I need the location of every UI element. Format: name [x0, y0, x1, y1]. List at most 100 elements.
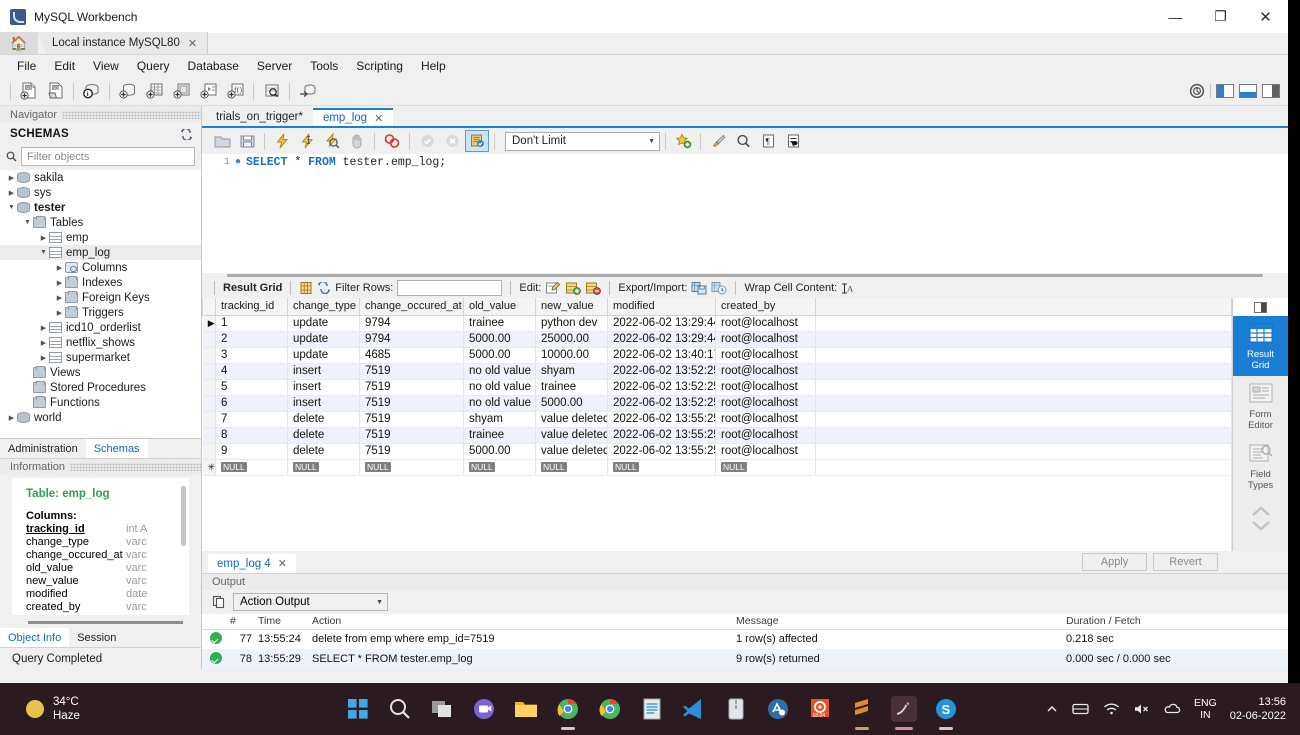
grid-cell-null[interactable]: NULL: [463, 459, 536, 476]
wifi-icon[interactable]: [1103, 702, 1120, 716]
tree-item-emp[interactable]: ▶ emp: [0, 230, 201, 245]
language-indicator[interactable]: ENG IN: [1194, 697, 1217, 721]
tab-session[interactable]: Session: [69, 628, 124, 647]
start-icon[interactable]: [345, 696, 371, 722]
editor-tab-emp-log[interactable]: emp_log ✕: [312, 108, 394, 126]
save-script-button[interactable]: [235, 130, 259, 152]
editor-tab-close-icon[interactable]: ✕: [374, 112, 383, 125]
grid-cell-null[interactable]: NULL: [287, 459, 360, 476]
grid-cell[interactable]: 5000.00: [463, 347, 536, 364]
toggle-invisible-chars-button[interactable]: ¶: [756, 130, 780, 152]
volume-mute-icon[interactable]: [1133, 702, 1151, 716]
grid-cell[interactable]: root@localhost: [715, 427, 816, 444]
vscode-icon[interactable]: [681, 696, 707, 722]
info-scrollbar[interactable]: [181, 486, 186, 546]
tab-object-info[interactable]: Object Info: [0, 628, 70, 647]
grid-cell[interactable]: 7519: [359, 411, 464, 428]
toggle-output-button[interactable]: [1239, 84, 1257, 98]
tree-item-sys[interactable]: ▶ sys: [0, 185, 201, 200]
grid-cell[interactable]: 7519: [359, 427, 464, 444]
table-row[interactable]: 3 update 4685 5000.00 10000.00 2022-06-02 13:…: [202, 347, 1232, 364]
grid-cell[interactable]: no old value: [463, 363, 536, 380]
export-recordset-icon[interactable]: [691, 281, 707, 295]
new-sql-tab-button[interactable]: SQL: [15, 79, 42, 103]
grid-cell-null[interactable]: NULL: [607, 459, 716, 476]
expand-arrow-icon[interactable]: ▶: [38, 354, 49, 362]
tree-item-columns[interactable]: ▶ Columns: [0, 260, 201, 275]
table-row[interactable]: 7 delete 7519 shyam value deleted 2022-06-02 …: [202, 411, 1232, 428]
grid-cell[interactable]: 1: [215, 315, 288, 332]
grid-cell[interactable]: 6: [215, 395, 288, 412]
grid-cell[interactable]: root@localhost: [715, 347, 816, 364]
notepad-icon[interactable]: [639, 696, 665, 722]
grid-cell[interactable]: shyam: [463, 411, 536, 428]
home-button[interactable]: 🏠: [0, 32, 38, 54]
menu-help[interactable]: Help: [412, 57, 455, 75]
grid-cell[interactable]: 4685: [359, 347, 464, 364]
grid-cell[interactable]: delete: [287, 411, 360, 428]
expand-arrow-icon[interactable]: ▶: [54, 309, 65, 317]
open-sql-script-button[interactable]: SQL: [42, 79, 69, 103]
search-icon[interactable]: [387, 696, 413, 722]
menu-tools[interactable]: Tools: [301, 57, 347, 75]
grid-cell[interactable]: update: [287, 331, 360, 348]
grid-cell[interactable]: 9794: [359, 331, 464, 348]
table-row[interactable]: ▶ 1 update 9794 trainee python dev 2022-06-02 …: [202, 315, 1232, 332]
view-result-grid-button[interactable]: Result Grid: [1232, 316, 1288, 376]
expand-arrow-icon[interactable]: ▶: [54, 294, 65, 302]
explain-query-button[interactable]: [320, 130, 344, 152]
grid-cell[interactable]: trainee: [535, 379, 608, 396]
expand-arrow-icon[interactable]: ▶: [6, 174, 17, 182]
toggle-grid-view-icon[interactable]: [299, 281, 313, 295]
grid-cell-null[interactable]: NULL: [359, 459, 464, 476]
grid-cell[interactable]: root@localhost: [715, 395, 816, 412]
auto-commit-toggle-button[interactable]: [465, 130, 489, 152]
rollback-button[interactable]: [440, 130, 464, 152]
toggle-transaction-button[interactable]: [380, 130, 404, 152]
grid-cell[interactable]: 2022-06-02 13:55:25: [607, 427, 716, 444]
tree-item-foreign-keys[interactable]: ▶ Foreign Keys: [0, 290, 201, 305]
tab-administration[interactable]: Administration: [0, 439, 86, 458]
skype-icon[interactable]: S: [933, 696, 959, 730]
menu-database[interactable]: Database: [179, 57, 248, 75]
clock[interactable]: 13:56 02-06-2022: [1230, 695, 1286, 723]
save-snippet-button[interactable]: [671, 130, 695, 152]
grid-cell[interactable]: python dev: [535, 315, 608, 332]
grid-column-header[interactable]: modified: [607, 298, 716, 316]
tree-item-sakila[interactable]: ▶ sakila: [0, 170, 201, 185]
expand-arrow-icon[interactable]: ▶: [38, 234, 49, 242]
grid-cell[interactable]: 2022-06-02 13:40:17: [607, 347, 716, 364]
grid-cell[interactable]: root@localhost: [715, 331, 816, 348]
grid-column-header[interactable]: new_value: [535, 298, 608, 316]
search-data-button[interactable]: [258, 79, 285, 103]
expand-arrow-icon[interactable]: ▶: [54, 279, 65, 287]
action-output-table[interactable]: # Time Action Message Duration / Fetch 77 13:…: [202, 614, 1288, 669]
grid-cell[interactable]: trainee: [463, 315, 536, 332]
server-status-button[interactable]: i: [78, 79, 105, 103]
beautify-query-button[interactable]: [706, 130, 730, 152]
grid-cell-null[interactable]: NULL: [535, 459, 608, 476]
commit-button[interactable]: [415, 130, 439, 152]
output-row[interactable]: 77 13:55:24 delete from emp where emp_id=7…: [202, 629, 1288, 649]
execute-all-button[interactable]: [270, 130, 294, 152]
file-explorer-icon[interactable]: [513, 696, 539, 722]
refresh-schemas-icon[interactable]: [180, 128, 193, 140]
collapse-arrow-icon[interactable]: ▼: [6, 204, 17, 211]
menu-scripting[interactable]: Scripting: [347, 57, 412, 75]
new-table-button[interactable]: [141, 79, 168, 103]
edit-cell-icon[interactable]: [545, 281, 561, 295]
zip-icon[interactable]: [723, 696, 749, 722]
view-form-editor-button[interactable]: Form Editor: [1233, 376, 1289, 436]
chrome-icon-2[interactable]: [597, 696, 623, 722]
filter-rows-input[interactable]: [397, 280, 503, 296]
filter-objects-input[interactable]: Filter objects: [21, 147, 195, 166]
grid-cell[interactable]: 25000.00: [535, 331, 608, 348]
grid-cell[interactable]: value deleted: [535, 427, 608, 444]
grid-cell[interactable]: 5: [215, 379, 288, 396]
tab-schemas[interactable]: Schemas: [85, 439, 148, 458]
grid-cell[interactable]: 7519: [359, 363, 464, 380]
table-row[interactable]: 2 update 9794 5000.00 25000.00 2022-06-02 13:…: [202, 331, 1232, 348]
tree-item-views[interactable]: Views: [0, 365, 201, 380]
toggle-result-panel-button[interactable]: [1254, 301, 1267, 313]
expand-arrow-icon[interactable]: ▶: [54, 264, 65, 272]
